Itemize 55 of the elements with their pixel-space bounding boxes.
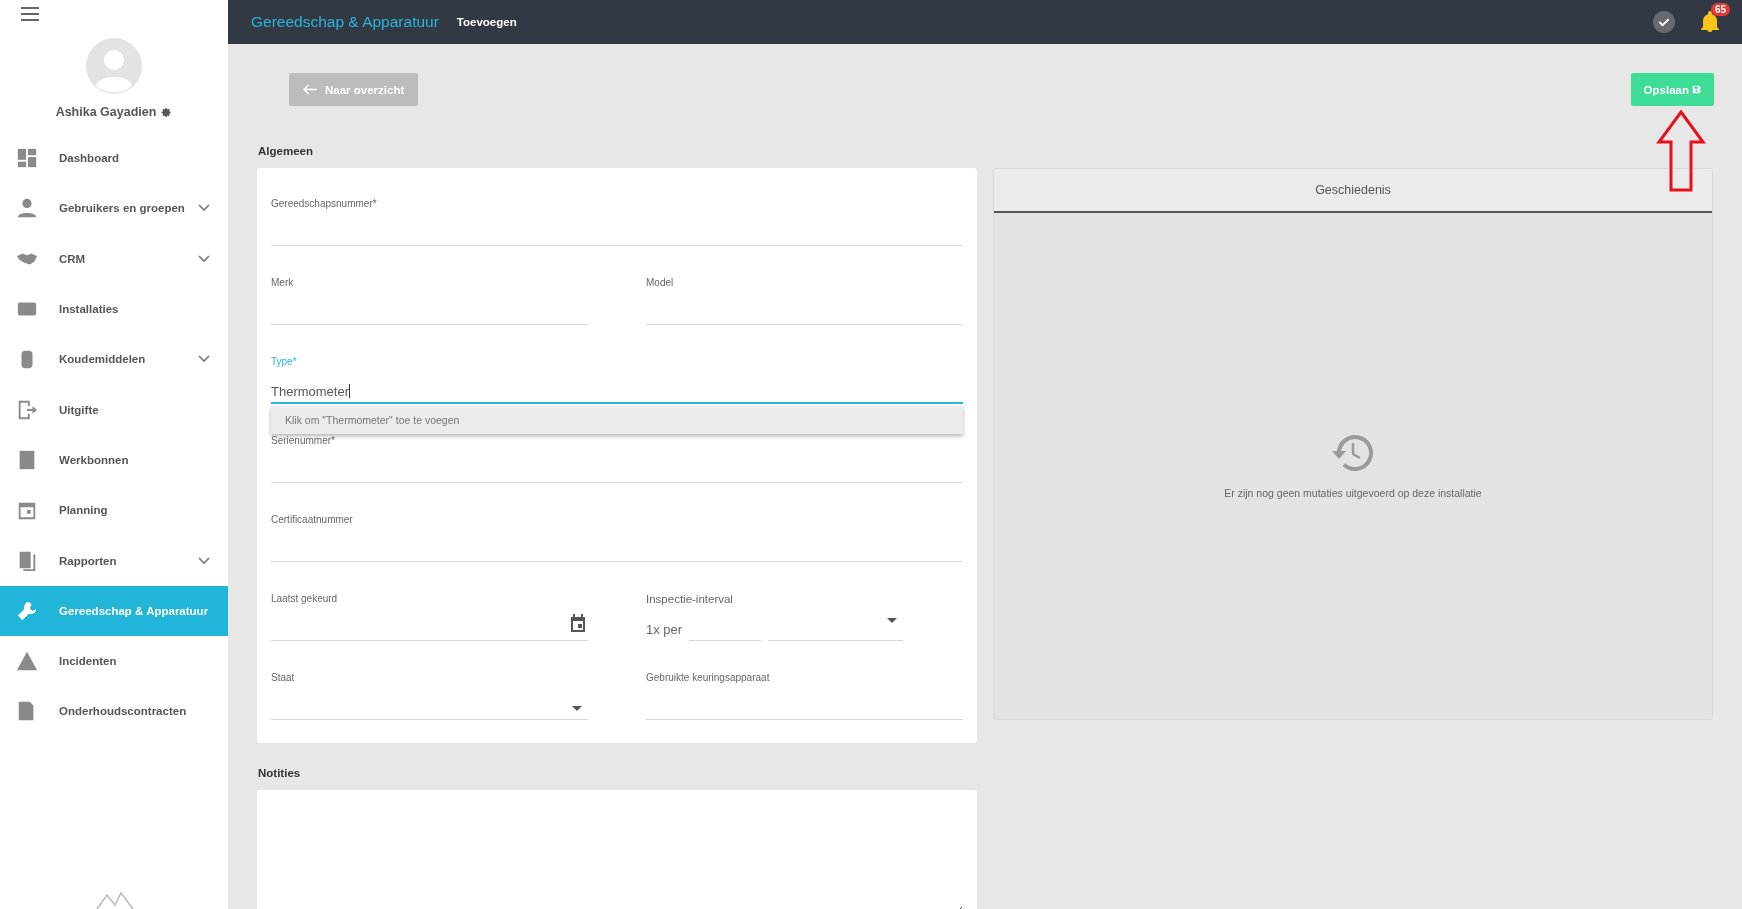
person-icon (16, 197, 38, 220)
interval-prefix: 1x per (646, 622, 683, 639)
sidebar-item[interactable]: Dashboard (0, 133, 228, 184)
avatar (86, 38, 142, 94)
logo-icon (95, 889, 135, 909)
sidebar-item[interactable]: Koudemiddelen (0, 334, 228, 385)
interval-unit-dropdown[interactable] (768, 618, 904, 641)
field-label: Type* (271, 356, 297, 367)
sidebar-item[interactable]: Incidenten (0, 635, 228, 687)
field-label: Laatst gekeurd (271, 593, 338, 604)
sidebar-item[interactable]: Uitgifte (0, 384, 228, 435)
chevron-down-icon (198, 355, 210, 364)
field-label: Serienummer* (271, 435, 335, 446)
type-field[interactable]: Thermometer (271, 380, 963, 404)
field-label: Gereedschapsnummer* (271, 198, 377, 209)
chevron-down-icon (198, 254, 210, 263)
user-name: Ashika Gayadien (55, 105, 157, 119)
text-cursor (349, 384, 351, 398)
suggestion-item[interactable]: Klik om "Thermometer" toe te voegen (285, 414, 460, 426)
dashboard-icon (16, 147, 38, 170)
exit-icon (16, 398, 38, 421)
field-value: Thermometer (271, 383, 350, 399)
sidebar-item[interactable]: Planning (0, 485, 228, 536)
settings-icon[interactable] (161, 106, 173, 118)
field-label: Gebruikte keuringsapparaat (646, 672, 770, 683)
sidebar-item[interactable]: Installaties (0, 283, 228, 335)
field-label: Staat (271, 672, 295, 683)
sidebar-item[interactable]: Rapporten (0, 535, 228, 586)
wrench-icon (16, 599, 38, 622)
field-label: Merk (271, 277, 294, 288)
sidebar-item[interactable]: CRM (0, 233, 228, 284)
field-label: Inspectie-interval (646, 593, 733, 605)
section-title: Notities (258, 767, 302, 779)
sidebar-item[interactable]: Gebruikers en groepen (0, 183, 228, 234)
floppy-icon (1692, 85, 1701, 94)
warning-icon (16, 650, 38, 673)
notification-badge: 65 (1710, 3, 1730, 16)
page-subtitle: Toevoegen (456, 16, 517, 28)
calendar-icon[interactable] (570, 614, 586, 632)
page-title: Gereedschap & Apparatuur (251, 13, 439, 31)
section-title: Algemeen (258, 145, 314, 157)
dropdown-caret-icon (572, 705, 582, 711)
menu-icon[interactable] (21, 7, 39, 21)
check-icon[interactable] (1653, 11, 1675, 33)
empty-message: Er zijn nog geen mutaties uitgevoerd op deze installatie (1224, 487, 1482, 499)
arrow-left-icon (303, 84, 318, 95)
field-label: Model (646, 277, 674, 288)
chevron-down-icon (198, 204, 210, 213)
chevron-down-icon (198, 556, 210, 565)
field-label: Certificaatnummer (271, 514, 353, 525)
sidebar-item[interactable]: Onderhoudscontracten (0, 686, 228, 737)
dropdown-caret-icon (887, 618, 898, 623)
notes-field[interactable] (257, 790, 977, 909)
history-title: Geschiedenis (994, 169, 1712, 213)
sidebar-item[interactable]: Werkbonnen (0, 434, 228, 486)
